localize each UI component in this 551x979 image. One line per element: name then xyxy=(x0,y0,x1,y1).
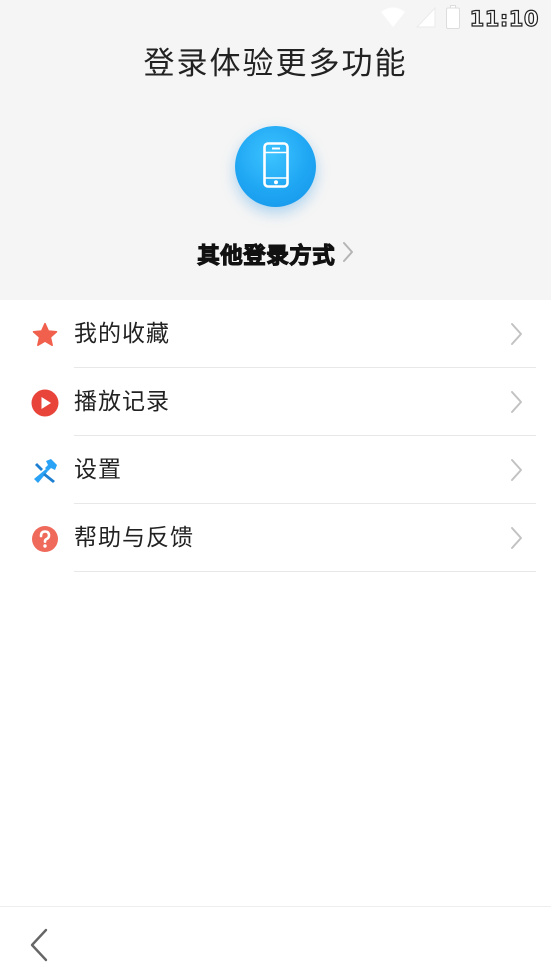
login-header: 11:10 登录体验更多功能 其他登录方式 xyxy=(0,0,551,300)
star-icon xyxy=(31,321,59,349)
menu-list: 我的收藏 播放记录 设置 帮助与反馈 xyxy=(0,300,551,572)
smartphone-icon xyxy=(262,141,289,192)
chevron-right-icon xyxy=(342,241,354,267)
chevron-right-icon xyxy=(509,526,523,550)
menu-item-favorites[interactable]: 我的收藏 xyxy=(0,300,551,368)
menu-item-play-history[interactable]: 播放记录 xyxy=(0,368,551,436)
bottom-nav-bar xyxy=(0,906,551,979)
help-icon xyxy=(31,525,59,553)
status-time: 11:10 xyxy=(469,6,539,31)
page-title: 登录体验更多功能 xyxy=(143,46,408,82)
phone-login-button[interactable] xyxy=(235,126,316,207)
play-icon xyxy=(31,389,59,417)
login-menu-screen: 11:10 登录体验更多功能 其他登录方式 我的收藏 播放记录 设置 帮助与反馈 xyxy=(0,0,551,979)
menu-item-settings[interactable]: 设置 xyxy=(0,436,551,504)
menu-item-label: 播放记录 xyxy=(74,389,170,415)
other-login-label: 其他登录方式 xyxy=(197,243,336,269)
battery-icon xyxy=(445,5,460,33)
status-icons: 11:10 xyxy=(380,5,539,33)
divider xyxy=(74,571,536,572)
menu-item-label: 我的收藏 xyxy=(74,321,170,347)
other-login-link[interactable]: 其他登录方式 xyxy=(0,238,551,270)
wrench-icon xyxy=(31,457,59,485)
chevron-right-icon xyxy=(509,390,523,414)
menu-item-help-feedback[interactable]: 帮助与反馈 xyxy=(0,504,551,572)
menu-item-label: 设置 xyxy=(74,457,122,483)
chevron-right-icon xyxy=(509,458,523,482)
signal-icon xyxy=(415,6,436,32)
menu-item-label: 帮助与反馈 xyxy=(74,525,194,551)
status-bar: 11:10 xyxy=(0,0,551,40)
chevron-right-icon xyxy=(509,322,523,346)
back-arrow-icon xyxy=(26,928,52,967)
wifi-icon xyxy=(380,6,406,32)
back-button[interactable] xyxy=(26,927,52,963)
